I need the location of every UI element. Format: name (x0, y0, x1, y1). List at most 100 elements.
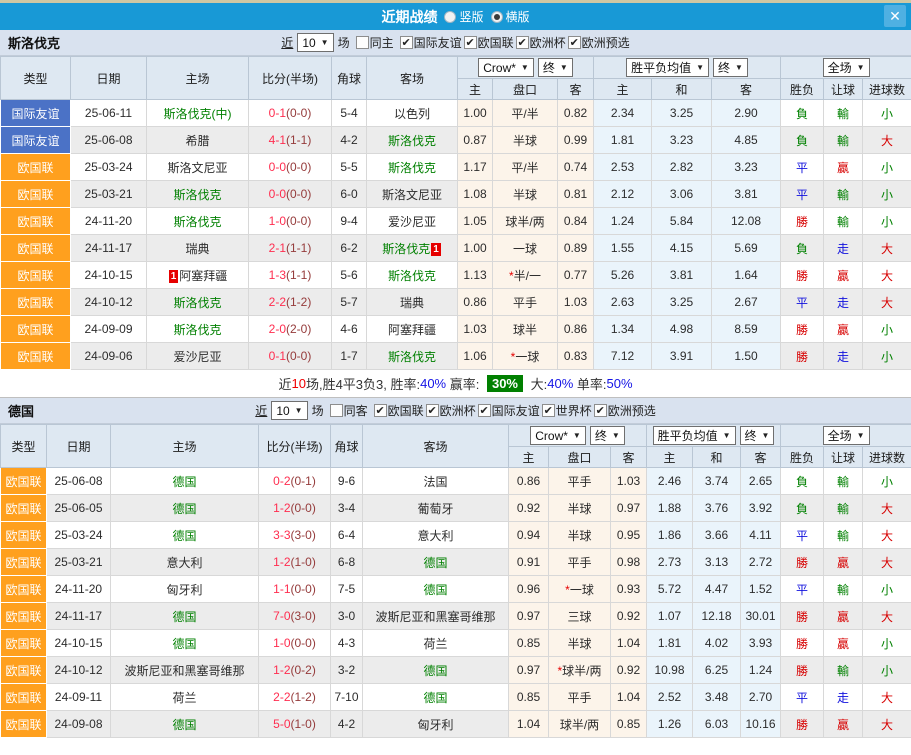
radio-on-icon[interactable] (491, 11, 503, 23)
avg-draw-odds: 3.66 (693, 522, 741, 549)
match-row: 欧国联 24-10-12 波斯尼亚和黑塞哥维那 1-2(0-2) 3-2 德国 … (1, 657, 911, 684)
scope-select[interactable]: 全场▼ (823, 426, 870, 445)
league-filter-checkbox[interactable]: ✔欧洲预选 (594, 402, 656, 419)
score: 2-0(2-0) (249, 316, 332, 343)
fulltime-score: 0-2 (273, 474, 290, 488)
home-team: 爱沙尼亚 (147, 343, 249, 370)
checkbox-unchecked-icon[interactable] (356, 36, 369, 49)
checkbox-checked-icon[interactable]: ✔ (516, 36, 529, 49)
match-row: 欧国联 24-11-17 瑞典 2-1(1-1) 6-2 斯洛伐克1 1.00 … (1, 235, 911, 262)
radio-off-icon[interactable] (444, 11, 456, 23)
match-count-select[interactable]: 10 ▼ (297, 33, 333, 52)
result-cell: 勝 (781, 549, 824, 576)
score: 1-0(0-0) (249, 208, 332, 235)
avg-away-odds: 5.69 (712, 235, 781, 262)
scope-select[interactable]: 全场▼ (823, 58, 870, 77)
home-team: 斯洛伐克 (147, 316, 249, 343)
away-team-name: 德国 (423, 691, 447, 705)
match-count-select[interactable]: 10 ▼ (271, 401, 307, 420)
home-team-name: 斯洛伐克 (173, 215, 221, 229)
close-icon[interactable]: ✕ (884, 5, 906, 27)
odds-away-value: 1.03 (611, 468, 647, 495)
avg-draw-odds: 4.47 (693, 576, 741, 603)
avg-away-odds: 2.90 (712, 100, 781, 127)
checkbox-checked-icon[interactable]: ✔ (426, 404, 439, 417)
odds-home-value: 0.97 (509, 603, 549, 630)
odds-away-value: 0.86 (558, 316, 594, 343)
fulltime-score: 7-0 (273, 609, 290, 623)
match-row: 欧国联 24-09-08 德国 5-0(1-0) 4-2 匈牙利 1.04 球半… (1, 711, 911, 738)
avg-draw-odds: 4.02 (693, 630, 741, 657)
away-team-name: 波斯尼亚和黑塞哥维那 (375, 610, 495, 624)
league-filter-checkbox[interactable]: ✔欧洲杯 (426, 402, 476, 419)
avg-draw-odds: 3.48 (693, 684, 741, 711)
away-team-name: 斯洛伐克 (388, 161, 436, 175)
checkbox-checked-icon[interactable]: ✔ (542, 404, 555, 417)
score: 1-2(1-0) (259, 549, 331, 576)
dropdown-arrow-icon: ▼ (696, 64, 704, 72)
radio-vertical-layout[interactable]: 竖版 (444, 8, 483, 25)
odds-away-value: 0.93 (611, 576, 647, 603)
col-avg-draw: 和 (693, 447, 741, 468)
odds-away-value: 0.77 (558, 262, 594, 289)
summary-part: 30% (487, 375, 523, 392)
line-text: 三球 (567, 610, 591, 624)
checkbox-unchecked-icon[interactable] (330, 404, 343, 417)
handicap-line: 半球 (549, 630, 611, 657)
league-filter-checkbox[interactable]: ✔世界杯 (542, 402, 592, 419)
col-avg-home: 主 (647, 447, 693, 468)
match-date: 24-10-15 (71, 262, 147, 289)
league-filter-checkbox[interactable]: ✔国际友谊 (400, 34, 462, 51)
same-home-label: 同主 (370, 34, 394, 51)
odds-company-select[interactable]: Crow*▼ (478, 58, 534, 77)
line-text: 半球 (567, 637, 591, 651)
near-label: 近 (281, 34, 293, 51)
checkbox-checked-icon[interactable]: ✔ (478, 404, 491, 417)
odds-stage-select[interactable]: 终▼ (538, 58, 573, 77)
avg-stage-select[interactable]: 终▼ (740, 426, 775, 445)
avg-type-select[interactable]: 胜平负均值▼ (653, 426, 736, 445)
avg-group-header: 胜平负均值▼ 终▼ (647, 425, 781, 447)
match-date: 25-03-21 (47, 549, 111, 576)
same-home-checkbox[interactable]: 同主 (356, 34, 394, 51)
halftime-score: (1-2) (291, 690, 316, 704)
checkbox-checked-icon[interactable]: ✔ (374, 404, 387, 417)
league-filter-checkbox[interactable]: ✔欧洲预选 (568, 34, 630, 51)
odds-company-select[interactable]: Crow*▼ (530, 426, 586, 445)
away-team: 波斯尼亚和黑塞哥维那 (363, 603, 509, 630)
avg-draw-odds: 6.25 (693, 657, 741, 684)
odds-home-value: 0.85 (509, 684, 549, 711)
avg-type-select[interactable]: 胜平负均值▼ (626, 58, 709, 77)
avg-home-odds: 1.81 (647, 630, 693, 657)
home-team: 斯洛伐克(中) (147, 100, 249, 127)
match-row: 欧国联 25-03-21 斯洛伐克 0-0(0-0) 6-0 斯洛文尼亚 1.0… (1, 181, 911, 208)
dropdown-arrow-icon: ▼ (295, 407, 303, 415)
odds-stage-select[interactable]: 终▼ (590, 426, 625, 445)
league-filter-checkbox[interactable]: ✔欧洲杯 (516, 34, 566, 51)
checkbox-checked-icon[interactable]: ✔ (464, 36, 477, 49)
radio-horizontal-layout[interactable]: 横版 (491, 8, 530, 25)
checkbox-checked-icon[interactable]: ✔ (568, 36, 581, 49)
line-text: 半球 (567, 502, 591, 516)
league-type-badge: 欧国联 (1, 522, 47, 549)
goals-result-cell: 大 (863, 522, 911, 549)
avg-stage-select[interactable]: 终▼ (713, 58, 748, 77)
league-filter-checkbox[interactable]: ✔欧国联 (374, 402, 424, 419)
checkbox-checked-icon[interactable]: ✔ (400, 36, 413, 49)
league-filter-checkbox[interactable]: ✔欧国联 (464, 34, 514, 51)
handicap-result-cell: 輸 (824, 576, 863, 603)
same-away-checkbox[interactable]: 同客 (330, 402, 368, 419)
avg-home-odds: 1.55 (594, 235, 652, 262)
avg-draw-odds: 2.82 (652, 154, 712, 181)
home-team: 荷兰 (111, 684, 259, 711)
home-team-name: 斯洛伐克 (173, 188, 221, 202)
checkbox-checked-icon[interactable]: ✔ (594, 404, 607, 417)
avg-away-odds: 1.64 (712, 262, 781, 289)
league-filter-checkbox[interactable]: ✔国际友谊 (478, 402, 540, 419)
handicap-line: 平手 (549, 549, 611, 576)
corner-score: 5-7 (332, 289, 367, 316)
home-team: 斯洛伐克 (147, 289, 249, 316)
avg-home-odds: 2.63 (594, 289, 652, 316)
halftime-score: (3-0) (291, 528, 316, 542)
halftime-score: (0-0) (286, 106, 311, 120)
